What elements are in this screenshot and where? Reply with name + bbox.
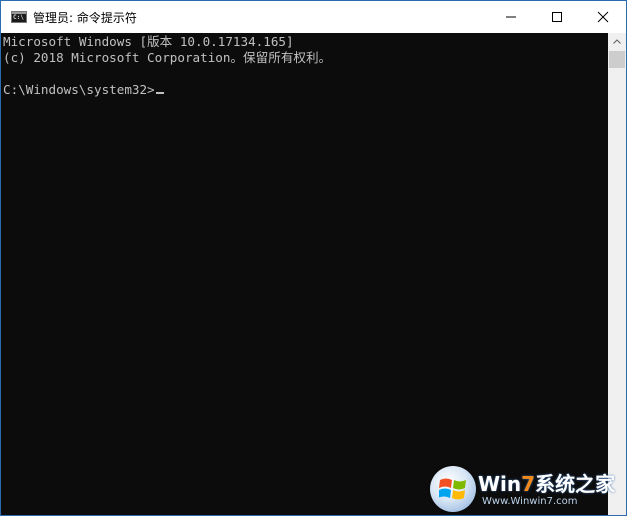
watermark-brand-prefix: Win [478, 472, 522, 496]
maximize-icon [552, 12, 562, 22]
scroll-up-arrow-icon [613, 39, 621, 44]
cmd-icon-text: C:\ [13, 14, 24, 21]
close-button[interactable] [580, 1, 626, 33]
watermark-brand-seven: 7 [521, 472, 536, 496]
watermark-brand-suffix: 系统之家 [535, 472, 616, 496]
vertical-scrollbar[interactable] [608, 33, 626, 515]
minimize-icon [506, 16, 516, 18]
console-line-copyright: (c) 2018 Microsoft Corporation。保留所有权利。 [3, 50, 332, 65]
close-icon [597, 11, 609, 23]
watermark-url: Www.Winwin7.com [482, 496, 578, 507]
windows-logo-icon [430, 466, 476, 512]
console-output[interactable]: Microsoft Windows [版本 10.0.17134.165] (c… [1, 33, 608, 515]
cmd-icon[interactable]: C:\ [11, 11, 27, 23]
title-bar[interactable]: C:\ 管理员: 命令提示符 [1, 1, 626, 33]
text-cursor [155, 92, 164, 94]
window-title: 管理员: 命令提示符 [33, 11, 137, 25]
scroll-thumb[interactable] [609, 51, 625, 68]
console-prompt-line[interactable]: C:\Windows\system32> [3, 82, 164, 98]
console-line-version: Microsoft Windows [版本 10.0.17134.165] [3, 34, 294, 49]
cmd-window: C:\ 管理员: 命令提示符 Microsoft Windows [版本 10.… [0, 0, 627, 516]
console-prompt: C:\Windows\system32> [3, 82, 155, 97]
windows-flag-icon [439, 478, 466, 500]
watermark-brand: Win7系统之家 [478, 468, 615, 497]
scroll-up-button[interactable] [608, 33, 626, 50]
win7-watermark: Win7系统之家 Www.Winwin7.com [428, 464, 627, 516]
minimize-button[interactable] [488, 1, 534, 33]
maximize-button[interactable] [534, 1, 580, 33]
